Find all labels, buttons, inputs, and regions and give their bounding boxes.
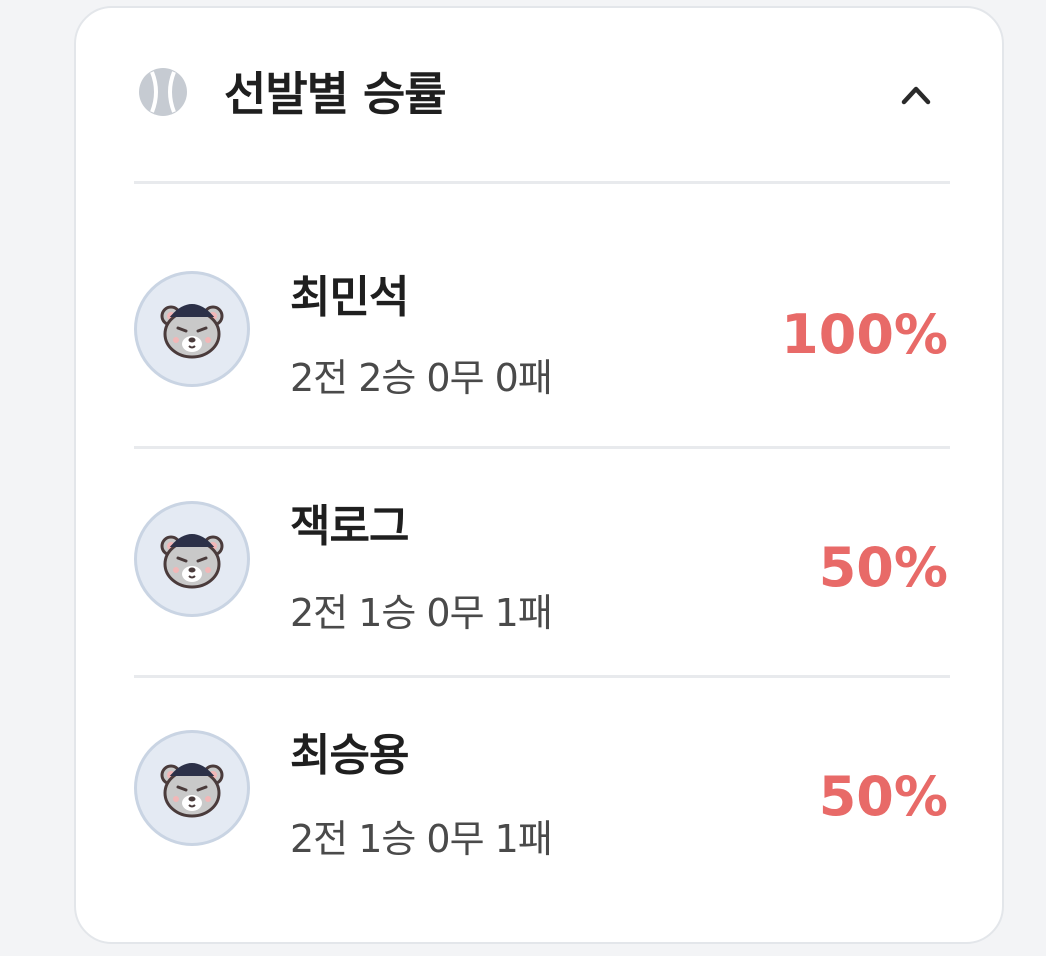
pitcher-name: 최승용 [290, 730, 409, 781]
bear-mascot-icon [160, 534, 224, 589]
pitcher-row: 최승용 2전 1승 0무 1패 50% [134, 678, 950, 906]
win-rate: 50% [818, 536, 948, 599]
pitcher-avatar [134, 271, 250, 387]
baseball-icon [139, 68, 187, 116]
pitcher-row: 잭로그 2전 1승 0무 1패 50% [134, 449, 950, 678]
pitcher-name: 잭로그 [290, 501, 409, 552]
win-rate: 100% [781, 303, 948, 366]
pitcher-win-rate-card: 선발별 승률 최민석 2전 2승 0무 0패 100% 잭로그 2전 1승 0무… [74, 6, 1004, 944]
pitcher-record: 2전 1승 0무 1패 [290, 591, 553, 635]
chevron-up-icon[interactable] [896, 76, 936, 112]
pitcher-row: 최민석 2전 2승 0무 0패 100% [134, 184, 950, 449]
pitcher-record: 2전 1승 0무 1패 [290, 817, 553, 861]
win-rate: 50% [818, 765, 948, 828]
card-title: 선발별 승률 [224, 67, 447, 121]
bear-mascot-icon [160, 763, 224, 818]
pitcher-record: 2전 2승 0무 0패 [290, 356, 553, 400]
bear-mascot-icon [160, 304, 224, 359]
pitcher-avatar [134, 730, 250, 846]
pitcher-avatar [134, 501, 250, 617]
card-header[interactable]: 선발별 승률 [134, 8, 950, 184]
pitcher-name: 최민석 [290, 272, 409, 323]
